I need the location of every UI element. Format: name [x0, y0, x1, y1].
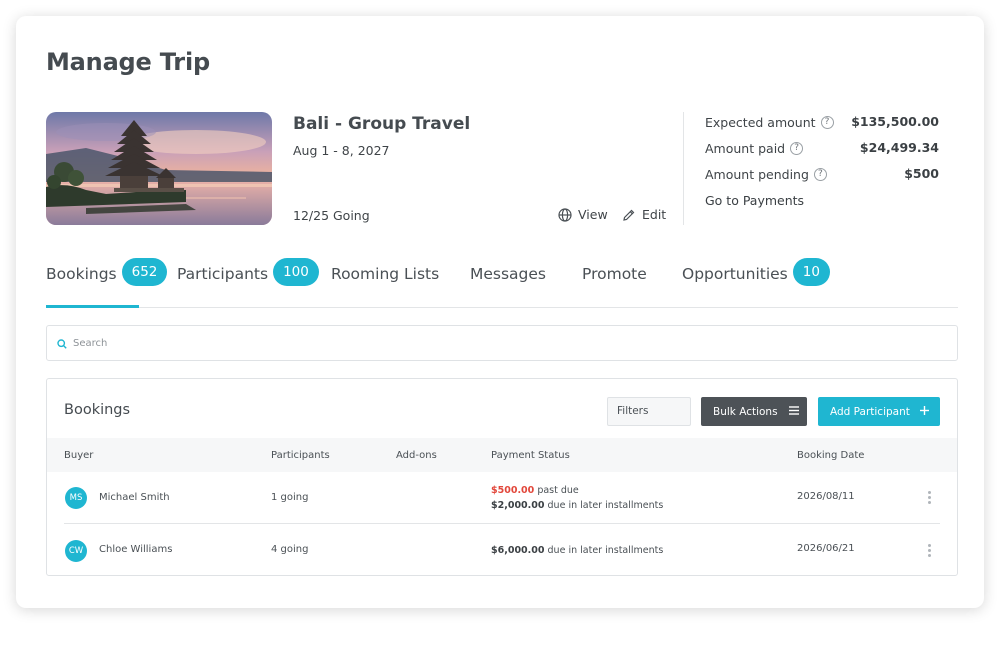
table-row[interactable]: MS Michael Smith 1 going $500.00 past du… — [64, 472, 940, 524]
pencil-icon — [622, 208, 636, 222]
tab-rooming-lists[interactable]: Rooming Lists — [331, 258, 439, 308]
bookings-panel: Bookings Filters Bulk Actions Add Partic… — [46, 378, 958, 576]
payment-status: $6,000.00 due in later installments — [491, 543, 663, 558]
tab-bookings[interactable]: Bookings 652 — [46, 258, 168, 308]
trip-photo — [46, 112, 272, 225]
payment-line: $500.00 past due — [491, 485, 579, 496]
payment-status: $500.00 past due $2,000.00 due in later … — [491, 483, 663, 513]
avatar: CW — [65, 540, 87, 562]
help-icon[interactable]: ? — [790, 142, 804, 155]
edit-trip-button[interactable]: Edit — [622, 207, 666, 222]
tab-participants[interactable]: Participants 100 — [177, 258, 319, 308]
count-badge: 10 — [792, 258, 830, 286]
view-label: View — [578, 207, 608, 222]
booking-date: 2026/06/21 — [797, 543, 855, 554]
more-options-icon[interactable] — [928, 491, 932, 504]
search-bar — [46, 325, 958, 361]
trip-dates: Aug 1 - 8, 2027 — [293, 143, 390, 158]
amount-pending-value: $500 — [904, 166, 939, 181]
summary-divider — [683, 112, 684, 225]
tab-promote[interactable]: Promote — [582, 258, 647, 308]
table-row[interactable]: CW Chloe Williams 4 going $6,000.00 due … — [64, 525, 940, 577]
view-trip-button[interactable]: View — [558, 207, 608, 222]
column-header-booking-date[interactable]: Booking Date — [797, 450, 864, 461]
bookings-title: Bookings — [64, 402, 131, 418]
participants-count: 4 going — [271, 544, 309, 555]
trip-name: Bali - Group Travel — [293, 114, 471, 134]
manage-trip-card: Manage Trip Bali - Group Travel Aug 1 - … — [16, 16, 984, 608]
search-icon — [57, 334, 67, 353]
amount-paid-label: Amount paid ? — [705, 141, 804, 156]
menu-icon — [788, 405, 799, 418]
search-input[interactable] — [73, 337, 673, 349]
expected-amount-label: Expected amount ? — [705, 115, 834, 130]
column-header-payment-status[interactable]: Payment Status — [491, 450, 570, 461]
buyer-name[interactable]: Chloe Williams — [99, 544, 172, 555]
amount-pending-label: Amount pending ? — [705, 167, 827, 182]
plus-icon — [919, 405, 929, 418]
filters-button[interactable]: Filters — [607, 397, 691, 426]
help-icon[interactable]: ? — [813, 168, 827, 181]
payment-line: $6,000.00 due in later installments — [491, 545, 664, 556]
edit-label: Edit — [642, 207, 667, 222]
trip-going-count: 12/25 Going — [293, 208, 370, 223]
bulk-actions-button[interactable]: Bulk Actions — [701, 397, 807, 426]
participants-count: 1 going — [271, 492, 309, 503]
active-tab-indicator — [46, 305, 139, 308]
expected-amount-value: $135,500.00 — [851, 114, 939, 129]
booking-date: 2026/08/11 — [797, 491, 855, 502]
column-header-buyer[interactable]: Buyer — [64, 450, 93, 461]
column-header-addons[interactable]: Add-ons — [396, 450, 437, 461]
payment-line: $2,000.00 due in later installments — [491, 500, 664, 511]
avatar: MS — [65, 487, 87, 509]
more-options-icon[interactable] — [928, 544, 932, 557]
go-to-payments-link[interactable]: Go to Payments — [705, 193, 804, 208]
column-header-participants[interactable]: Participants — [271, 450, 330, 461]
help-icon[interactable]: ? — [820, 116, 834, 129]
globe-icon — [558, 207, 572, 222]
tab-messages[interactable]: Messages — [470, 258, 546, 308]
count-badge: 100 — [273, 258, 319, 286]
trip-tabs: Bookings 652 Participants 100 Rooming Li… — [46, 258, 958, 308]
table-header: Buyer Participants Add-ons Payment Statu… — [47, 438, 957, 472]
add-participant-button[interactable]: Add Participant — [818, 397, 940, 426]
amount-paid-value: $24,499.34 — [859, 140, 939, 155]
page-title: Manage Trip — [46, 48, 210, 76]
buyer-name[interactable]: Michael Smith — [99, 492, 170, 503]
count-badge: 652 — [121, 258, 168, 286]
tab-opportunities[interactable]: Opportunities 10 — [682, 258, 830, 308]
